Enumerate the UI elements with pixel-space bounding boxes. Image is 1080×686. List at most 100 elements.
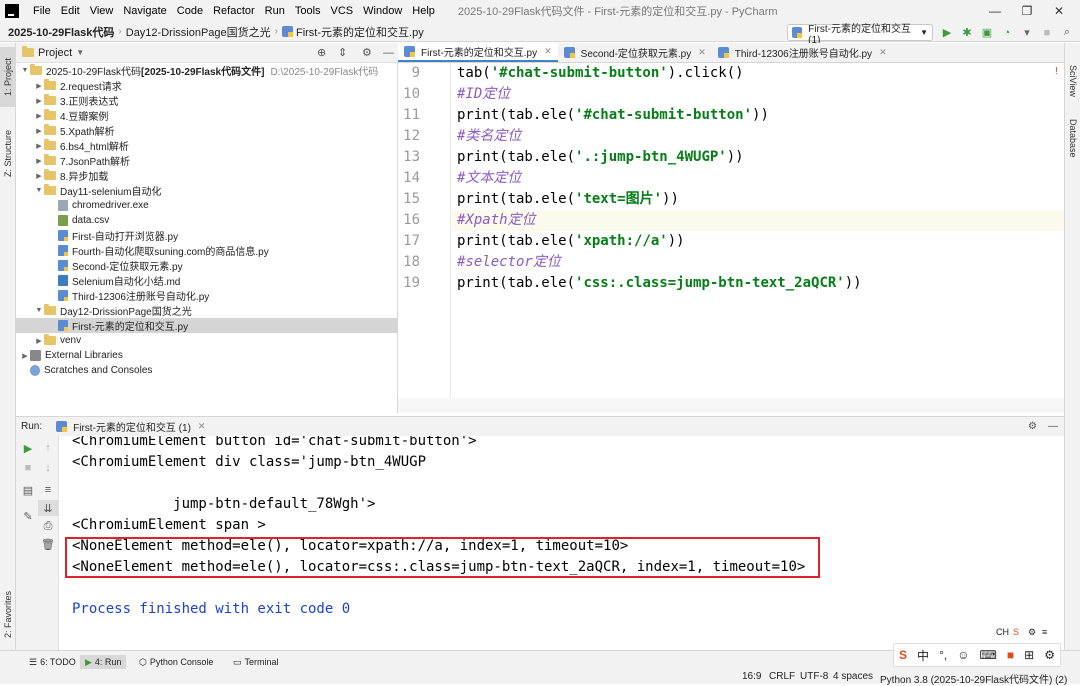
tree-item[interactable]: ▼ Day11-selenium自动化 (16, 183, 397, 198)
scroll-to-end-icon[interactable]: ⇊ (38, 500, 58, 516)
code-editor[interactable]: tab('#chat-submit-button').click() #ID定位 p… (452, 63, 1064, 398)
menu-code[interactable]: Code (172, 0, 208, 22)
tree-item[interactable]: Second-定位获取元素.py (16, 258, 397, 273)
tab-favorites[interactable]: 2: Favorites (0, 583, 16, 645)
tab-sciview[interactable]: SciView (1065, 59, 1080, 103)
tree-item[interactable]: ▶ 5.Xpath解析 (16, 123, 397, 138)
cursor-position[interactable]: 16:9 (742, 671, 761, 682)
ime-skin-icon[interactable]: ■ (1007, 648, 1014, 662)
minimize-icon[interactable]: — (980, 0, 1010, 22)
menu-file[interactable]: File (28, 0, 56, 22)
locate-file-icon[interactable]: ⊕ (317, 46, 326, 59)
tab-third-file[interactable]: Third-12306注册账号自动化.py ✕ (712, 42, 893, 62)
tree-item[interactable]: chromedriver.exe (16, 198, 397, 213)
stop-icon[interactable]: ■ (18, 460, 38, 476)
menu-navigate[interactable]: Navigate (118, 0, 171, 22)
tree-item[interactable]: First-自动打开浏览器.py (16, 228, 397, 243)
tab-run[interactable]: ▶ 4: Run (80, 655, 127, 669)
more-run-icon[interactable]: ▾ (1018, 24, 1036, 41)
up-arrow-icon[interactable]: ↑ (38, 440, 58, 456)
tab-database[interactable]: Database (1065, 113, 1080, 163)
tree-item[interactable]: ▶ 7.JsonPath解析 (16, 153, 397, 168)
chevron-down-icon[interactable]: ▼ (76, 48, 84, 57)
menu-run[interactable]: Run (260, 0, 290, 22)
chevron-right-icon[interactable]: ▶ (34, 97, 44, 105)
ime-settings-icon[interactable]: ⚙ (1044, 648, 1055, 662)
ime-punctuation-icon[interactable]: °, (939, 648, 947, 662)
run-config-select[interactable]: First-元素的定位和交互 (1) ▼ (787, 24, 933, 46)
chevron-right-icon[interactable]: ▶ (34, 172, 44, 180)
tab-second-file[interactable]: Second-定位获取元素.py ✕ (558, 42, 712, 62)
gear-icon[interactable]: ⚙ (1028, 421, 1037, 432)
close-icon[interactable]: ✕ (1044, 0, 1074, 22)
tree-item[interactable]: Selenium自动化小结.md (16, 273, 397, 288)
hide-panel-icon[interactable]: — (383, 47, 394, 59)
down-arrow-icon[interactable]: ↓ (38, 460, 58, 476)
chevron-right-icon[interactable]: ▶ (20, 352, 30, 360)
breadcrumb-file[interactable]: First-元素的定位和交互.py (278, 24, 428, 40)
menu-tools[interactable]: Tools (290, 0, 326, 22)
debug-icon[interactable]: ✱ (958, 24, 976, 41)
menu-view[interactable]: View (85, 0, 119, 22)
ime-chinese-mode[interactable]: 中 (917, 647, 929, 664)
chevron-right-icon[interactable]: ▶ (34, 127, 44, 135)
ime-keyboard-icon[interactable]: ⌨ (980, 648, 997, 662)
trash-icon[interactable]: 🗑 (38, 536, 58, 552)
tree-item[interactable]: Scratches and Consoles (16, 363, 397, 378)
coverage-icon[interactable]: ▣ (978, 24, 996, 41)
menu-window[interactable]: Window (358, 0, 407, 22)
tree-item[interactable]: ▼ 2025-10-29Flask代码 [2025-10-29Flask代码文件]… (16, 63, 397, 78)
tree-item[interactable]: ▶ 8.异步加载 (16, 168, 397, 183)
tree-item[interactable]: Fourth-自动化爬取suning.com的商品信息.py (16, 243, 397, 258)
tab-project[interactable]: 1: Project (0, 47, 16, 107)
menu-help[interactable]: Help (407, 0, 440, 22)
tree-item[interactable]: ▼ Day12-DrissionPage国货之光 (16, 303, 397, 318)
hide-panel-icon[interactable]: — (1048, 421, 1058, 432)
tree-item[interactable]: ▶ 3.正则表达式 (16, 93, 397, 108)
tree-item[interactable]: ▶ venv (16, 333, 397, 348)
collapse-all-icon[interactable]: ⇕ (338, 46, 347, 59)
chevron-right-icon[interactable]: ▶ (34, 142, 44, 150)
pin-icon[interactable]: ✎ (18, 508, 38, 524)
tree-item[interactable]: ▶ External Libraries (16, 348, 397, 363)
tab-python-console[interactable]: ⬡ Python Console (134, 655, 218, 669)
ime-toolbox-icon[interactable]: ⊞ (1024, 648, 1034, 662)
tab-terminal[interactable]: ▭ Terminal (228, 655, 284, 669)
tree-item[interactable]: First-元素的定位和交互.py (16, 318, 397, 333)
project-panel-title[interactable]: Project (38, 47, 72, 59)
stop-icon[interactable]: ■ (1038, 24, 1056, 41)
menu-edit[interactable]: Edit (56, 0, 85, 22)
chevron-down-icon[interactable]: ▼ (34, 187, 44, 194)
breadcrumb-root[interactable]: 2025-10-29Flask代码 (0, 24, 118, 40)
chevron-right-icon[interactable]: ▶ (34, 337, 44, 345)
breadcrumb-folder[interactable]: Day12-DrissionPage国货之光 (122, 24, 275, 40)
tab-todo[interactable]: ☰ 6: TODO (24, 655, 81, 669)
gear-icon[interactable]: ⚙ (362, 46, 372, 59)
close-tab-icon[interactable]: ✕ (544, 46, 552, 57)
run-icon[interactable]: ▶ (938, 24, 956, 41)
close-tab-icon[interactable]: ✕ (879, 47, 887, 58)
chevron-right-icon[interactable]: ▶ (34, 112, 44, 120)
maximize-icon[interactable]: ❐ (1012, 0, 1042, 22)
search-everywhere-icon[interactable]: ⌕ (1058, 24, 1076, 41)
indent-setting[interactable]: 4 spaces (833, 671, 873, 682)
run-tab[interactable]: First-元素的定位和交互 (1) ✕ (56, 419, 205, 434)
tab-first-file[interactable]: First-元素的定位和交互.py ✕ (398, 42, 558, 62)
tab-structure[interactable]: Z: Structure (0, 117, 16, 189)
tree-item[interactable]: data.csv (16, 213, 397, 228)
line-separator[interactable]: CRLF (769, 671, 795, 682)
tree-item[interactable]: Third-12306注册账号自动化.py (16, 288, 397, 303)
ime-emoji-icon[interactable]: ☺ (957, 648, 969, 662)
tree-item[interactable]: ▶ 6.bs4_html解析 (16, 138, 397, 153)
chevron-down-icon[interactable]: ▼ (20, 67, 30, 74)
close-tab-icon[interactable]: ✕ (698, 47, 706, 58)
layout-icon[interactable]: ▤ (18, 482, 38, 498)
tree-item[interactable]: ▶ 2.request请求 (16, 78, 397, 93)
chevron-right-icon[interactable]: ▶ (34, 157, 44, 165)
profile-icon[interactable]: ◔ (998, 24, 1016, 41)
menu-refactor[interactable]: Refactor (208, 0, 260, 22)
ime-logo-icon[interactable]: S (899, 648, 907, 662)
print-icon[interactable]: ⎙ (38, 518, 58, 534)
close-tab-icon[interactable]: ✕ (198, 421, 206, 432)
chevron-right-icon[interactable]: ▶ (34, 82, 44, 90)
